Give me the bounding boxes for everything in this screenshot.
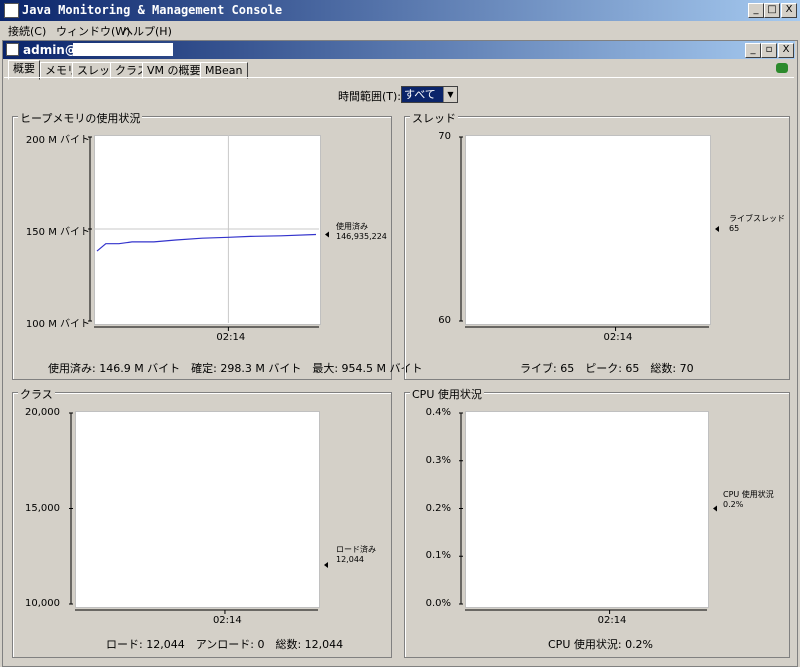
maximize-button[interactable]: □: [764, 3, 780, 18]
classes-xtick-label: 02:14: [212, 615, 242, 626]
cpu-legend-name: CPU 使用状況: [723, 490, 774, 499]
window-title: Java Monitoring & Management Console: [22, 3, 283, 17]
close-button[interactable]: X: [781, 3, 797, 18]
classes-ytick-label: 15,000: [25, 502, 60, 514]
cpu-ytick-label: 0.3%: [425, 454, 451, 466]
java-app-icon: [6, 43, 19, 56]
classes-ytick-label: 10,000: [25, 598, 60, 609]
menu-window[interactable]: ウィンドウ(W): [56, 23, 130, 39]
cpu-ytick-label: 0.4%: [425, 407, 451, 418]
internal-frame-titlebar[interactable]: admin@ _ ▫ X: [3, 41, 795, 59]
heap-ytick-label: 150 M バイト: [25, 227, 90, 238]
cpu-xtick-label: 02:14: [597, 615, 627, 626]
window-titlebar[interactable]: Java Monitoring & Management Console _ □…: [0, 0, 800, 21]
heap-ytick-label: 100 M バイト: [25, 319, 90, 330]
classes-legend-value: 12,044: [336, 555, 364, 564]
cpu-panel-title: CPU 使用状況: [410, 386, 484, 402]
threads-plot-area: [465, 135, 711, 325]
time-range-value: すべて: [402, 87, 444, 102]
threads-ytick-label: 70: [438, 131, 451, 142]
heap-summary: 使用済み: 146.9 M バイト 確定: 298.3 M バイト 最大: 95…: [48, 362, 423, 375]
threads-panel-title: スレッド: [410, 110, 458, 126]
connection-plug-icon[interactable]: [776, 63, 788, 73]
heap-xtick-label: 02:14: [216, 332, 246, 343]
java-app-icon: [4, 3, 19, 18]
heap-legend: 使用済み 146,935,224: [336, 222, 387, 242]
chevron-down-icon[interactable]: ▼: [443, 87, 457, 102]
cpu-ytick-label: 0.2%: [425, 502, 451, 514]
threads-legend: ライブスレッド 65: [729, 214, 785, 234]
time-range-label: 時間範囲(T):: [338, 90, 402, 103]
threads-ytick-label: 60: [438, 315, 451, 326]
menu-bar: 接続(C) ウィンドウ(W) ヘルプ(H): [0, 21, 800, 40]
threads-summary: ライブ: 65 ピーク: 65 総数: 70: [520, 362, 694, 375]
connection-title: admin@: [23, 43, 77, 57]
classes-panel-title: クラス: [18, 386, 55, 402]
cpu-legend-value: 0.2%: [723, 500, 744, 509]
heap-plot-area: [94, 135, 321, 325]
threads-legend-value: 65: [729, 224, 740, 233]
classes-legend: ロード済み 12,044: [336, 545, 376, 565]
time-range-select[interactable]: すべて ▼: [401, 86, 458, 103]
menu-connection[interactable]: 接続(C): [8, 23, 46, 39]
inner-minimize-button[interactable]: _: [745, 43, 761, 58]
cpu-plot-area: [465, 411, 709, 608]
classes-legend-name: ロード済み: [336, 545, 376, 554]
cpu-ytick-label: 0.0%: [425, 598, 451, 609]
cpu-ytick-label: 0.1%: [425, 550, 451, 562]
redacted-hostname: [73, 43, 173, 56]
classes-ytick-label: 20,000: [25, 407, 60, 418]
threads-xtick-label: 02:14: [603, 332, 633, 343]
cpu-summary: CPU 使用状況: 0.2%: [548, 638, 654, 651]
minimize-button[interactable]: _: [748, 3, 764, 18]
heap-legend-value: 146,935,224: [336, 232, 387, 241]
heap-legend-name: 使用済み: [336, 222, 368, 231]
inner-close-button[interactable]: X: [778, 43, 794, 58]
threads-legend-name: ライブスレッド: [729, 214, 785, 223]
heap-panel-title: ヒープメモリの使用状況: [18, 110, 143, 126]
cpu-legend: CPU 使用状況 0.2%: [723, 490, 774, 510]
inner-restore-button[interactable]: ▫: [761, 43, 777, 58]
heap-ytick-label: 200 M バイト: [25, 135, 90, 146]
classes-plot-area: [75, 411, 320, 608]
classes-summary: ロード: 12,044 アンロード: 0 総数: 12,044: [106, 638, 344, 651]
menu-help[interactable]: ヘルプ(H): [122, 23, 172, 39]
